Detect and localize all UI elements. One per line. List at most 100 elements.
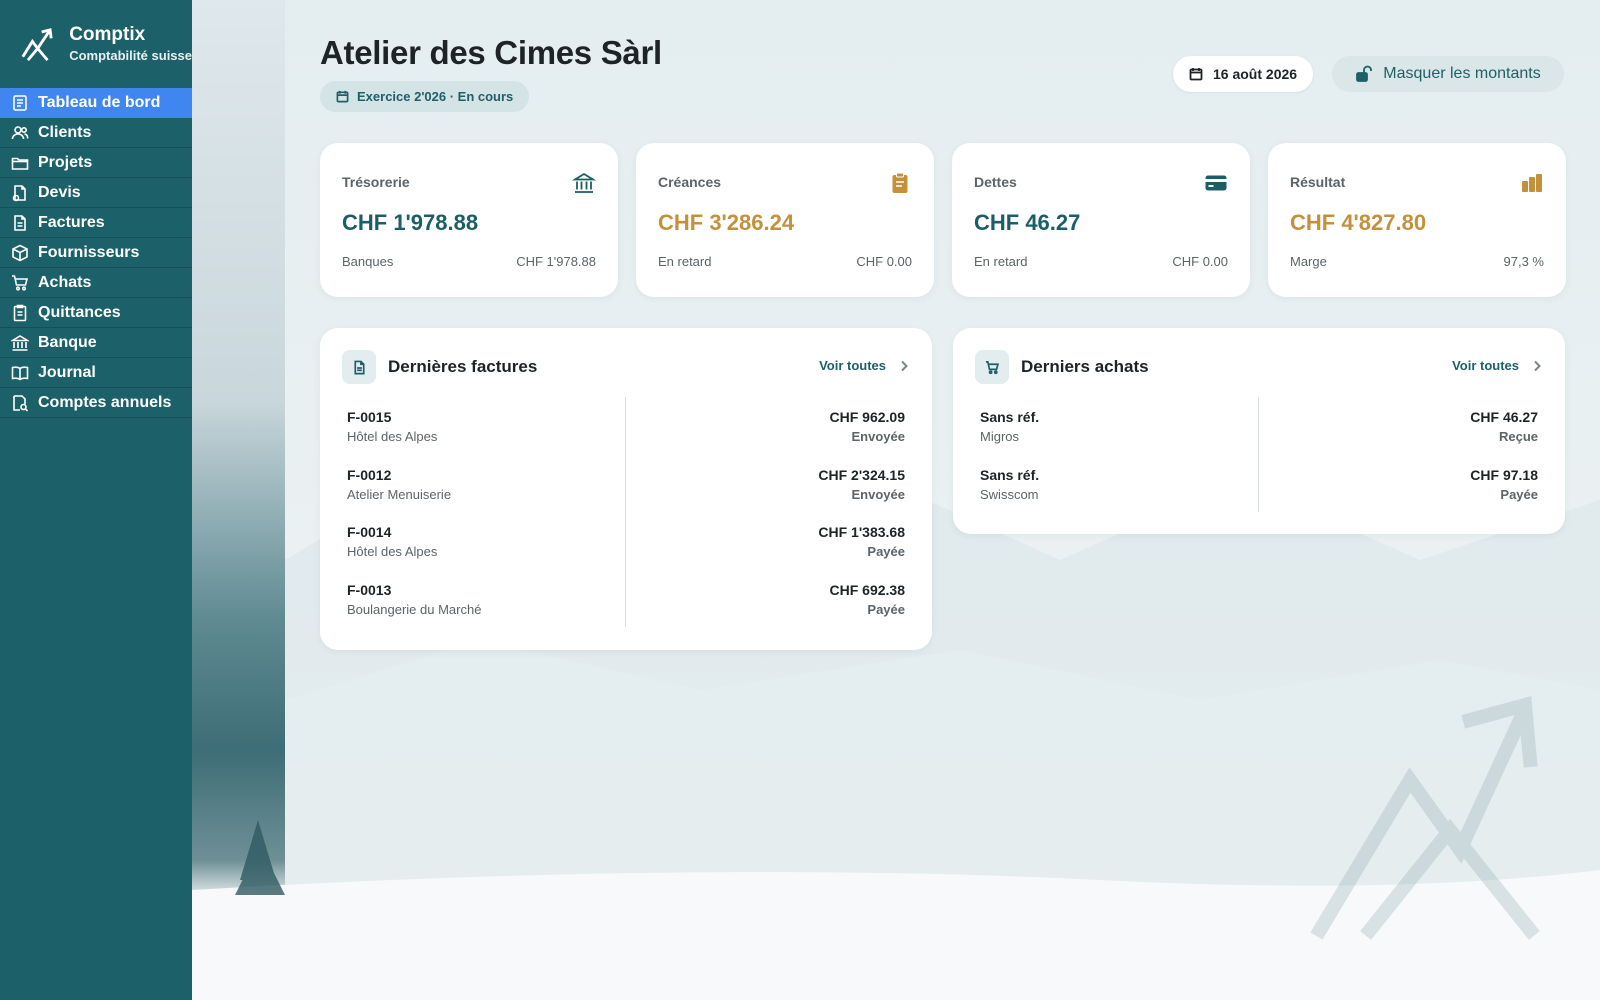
bank-icon bbox=[10, 333, 30, 353]
invoice-amount: CHF 692.38 bbox=[829, 582, 905, 598]
view-all-label: Voir toutes bbox=[1452, 358, 1519, 373]
unlock-icon bbox=[1356, 65, 1373, 82]
chevron-right-icon bbox=[901, 360, 908, 371]
kpi-label: Créances bbox=[658, 174, 722, 190]
sidebar-item-label: Banque bbox=[38, 333, 97, 351]
sidebar-item-factures[interactable]: Factures bbox=[0, 208, 192, 238]
fiscal-year-label: Exercice 2'026 · En cours bbox=[357, 89, 514, 104]
view-all-purchases-link[interactable]: Voir toutes bbox=[1452, 358, 1543, 373]
date-picker[interactable]: 16 août 2026 bbox=[1173, 56, 1314, 92]
calendar-icon bbox=[336, 90, 349, 103]
sidebar-item-projets[interactable]: Projets bbox=[0, 148, 192, 178]
invoice-row[interactable]: F-0013 Boulangerie du Marché CHF 692.38 … bbox=[320, 582, 932, 626]
sidebar-item-achats[interactable]: Achats bbox=[0, 268, 192, 298]
invoice-ref: F-0013 bbox=[347, 582, 392, 598]
sidebar-item-label: Journal bbox=[38, 363, 96, 381]
purchase-supplier: Swisscom bbox=[980, 487, 1039, 502]
bar-chart-icon bbox=[1522, 174, 1542, 192]
credit-card-icon bbox=[1205, 175, 1227, 191]
purchase-status: Reçue bbox=[1498, 429, 1538, 444]
invoice-row[interactable]: F-0014 Hôtel des Alpes CHF 1'383.68 Payé… bbox=[320, 524, 932, 568]
sidebar-item-fournisseurs[interactable]: Fournisseurs bbox=[0, 238, 192, 268]
cart-icon bbox=[975, 350, 1009, 384]
sidebar-nav: Tableau de bord Clients Projets Devis Fa… bbox=[0, 88, 192, 418]
sidebar-item-journal[interactable]: Journal bbox=[0, 358, 192, 388]
sidebar-item-label: Comptes annuels bbox=[38, 393, 172, 411]
sidebar-item-label: Quittances bbox=[38, 303, 121, 321]
invoice-row[interactable]: F-0012 Atelier Menuiserie CHF 2'324.15 E… bbox=[320, 467, 932, 511]
kpi-foot-label: Marge bbox=[1290, 254, 1327, 269]
kpi-foot-label: En retard bbox=[974, 254, 1028, 269]
invoice-ref: F-0015 bbox=[347, 409, 392, 425]
page-title: Atelier des Cimes Sàrl bbox=[320, 34, 662, 71]
sidebar-item-banque[interactable]: Banque bbox=[0, 328, 192, 358]
invoice-amount: CHF 962.09 bbox=[829, 409, 905, 425]
kpi-value: CHF 46.27 bbox=[974, 210, 1081, 235]
sidebar-item-label: Fournisseurs bbox=[38, 243, 140, 261]
purchase-amount: CHF 46.27 bbox=[1470, 409, 1538, 425]
chevron-right-icon bbox=[1534, 360, 1541, 371]
invoice-status: Payée bbox=[867, 602, 905, 617]
brand[interactable]: Comptix Comptabilité suisse bbox=[0, 0, 192, 88]
kpi-card-tresorerie[interactable]: Trésorerie CHF 1'978.88 Banques CHF 1'97… bbox=[320, 143, 618, 297]
receipt-icon bbox=[10, 303, 30, 323]
mask-amounts-button[interactable]: Masquer les montants bbox=[1332, 56, 1564, 92]
invoice-status: Envoyée bbox=[851, 487, 905, 502]
kpi-card-dettes[interactable]: Dettes CHF 46.27 En retard CHF 0.00 bbox=[952, 143, 1250, 297]
sidebar-item-label: Devis bbox=[38, 183, 81, 201]
kpi-card-creances[interactable]: Créances CHF 3'286.24 En retard CHF 0.00 bbox=[636, 143, 934, 297]
folder-icon bbox=[10, 153, 30, 173]
latest-purchases-panel: Derniers achats Voir toutes Sans réf. Mi… bbox=[953, 328, 1565, 534]
kpi-value: CHF 1'978.88 bbox=[342, 210, 479, 235]
fiscal-year-badge[interactable]: Exercice 2'026 · En cours bbox=[320, 81, 530, 112]
view-all-label: Voir toutes bbox=[819, 358, 886, 373]
purchase-amount: CHF 97.18 bbox=[1470, 467, 1538, 483]
kpi-foot-value: CHF 0.00 bbox=[1172, 254, 1228, 269]
view-all-invoices-link[interactable]: Voir toutes bbox=[819, 358, 910, 373]
invoice-ref: F-0012 bbox=[347, 467, 392, 483]
invoice-client: Atelier Menuiserie bbox=[347, 487, 452, 502]
sidebar-item-devis[interactable]: Devis bbox=[0, 178, 192, 208]
kpi-foot-value: CHF 1'978.88 bbox=[516, 254, 596, 269]
kpi-value: CHF 3'286.24 bbox=[658, 210, 795, 235]
purchase-row[interactable]: Sans réf. Swisscom CHF 97.18 Payée bbox=[953, 467, 1565, 511]
kpi-card-resultat[interactable]: Résultat CHF 4'827.80 Marge 97,3 % bbox=[1268, 143, 1566, 297]
dashboard-icon bbox=[10, 93, 30, 113]
sidebar: Comptix Comptabilité suisse Tableau de b… bbox=[0, 0, 192, 1000]
sidebar-item-label: Projets bbox=[38, 153, 93, 171]
kpi-foot-label: En retard bbox=[658, 254, 712, 269]
invoice-client: Boulangerie du Marché bbox=[347, 602, 482, 617]
invoice-ref: F-0014 bbox=[347, 524, 392, 540]
sidebar-item-label: Factures bbox=[38, 213, 105, 231]
brand-name: Comptix bbox=[69, 24, 146, 45]
quote-icon bbox=[10, 183, 30, 203]
sidebar-item-tableau-de-bord[interactable]: Tableau de bord bbox=[0, 88, 192, 118]
sidebar-item-comptes-annuels[interactable]: Comptes annuels bbox=[0, 388, 192, 418]
purchase-supplier: Migros bbox=[980, 429, 1020, 444]
sidebar-item-label: Tableau de bord bbox=[38, 93, 161, 111]
kpi-label: Résultat bbox=[1290, 174, 1346, 190]
invoice-row[interactable]: F-0015 Hôtel des Alpes CHF 962.09 Envoyé… bbox=[320, 409, 932, 453]
document-icon bbox=[342, 350, 376, 384]
kpi-foot-value: CHF 0.00 bbox=[856, 254, 912, 269]
bank-icon bbox=[572, 172, 596, 193]
invoice-status: Payée bbox=[867, 544, 905, 559]
purchase-ref: Sans réf. bbox=[980, 467, 1040, 483]
users-icon bbox=[10, 123, 30, 143]
sidebar-item-clients[interactable]: Clients bbox=[0, 118, 192, 148]
kpi-label: Dettes bbox=[974, 174, 1017, 190]
invoice-status: Envoyée bbox=[851, 429, 905, 444]
latest-invoices-panel: Dernières factures Voir toutes F-0015 Hô… bbox=[320, 328, 932, 650]
purchase-status: Payée bbox=[1500, 487, 1538, 502]
kpi-value: CHF 4'827.80 bbox=[1290, 210, 1427, 235]
invoice-client: Hôtel des Alpes bbox=[347, 544, 438, 559]
sidebar-item-quittances[interactable]: Quittances bbox=[0, 298, 192, 328]
cart-icon bbox=[10, 273, 30, 293]
current-date: 16 août 2026 bbox=[1213, 66, 1298, 82]
clipboard-icon bbox=[892, 172, 908, 193]
invoice-amount: CHF 1'383.68 bbox=[818, 524, 905, 540]
panel-title: Dernières factures bbox=[388, 357, 538, 376]
calendar-icon bbox=[1189, 68, 1203, 81]
report-icon bbox=[10, 393, 30, 413]
purchase-row[interactable]: Sans réf. Migros CHF 46.27 Reçue bbox=[953, 409, 1565, 453]
